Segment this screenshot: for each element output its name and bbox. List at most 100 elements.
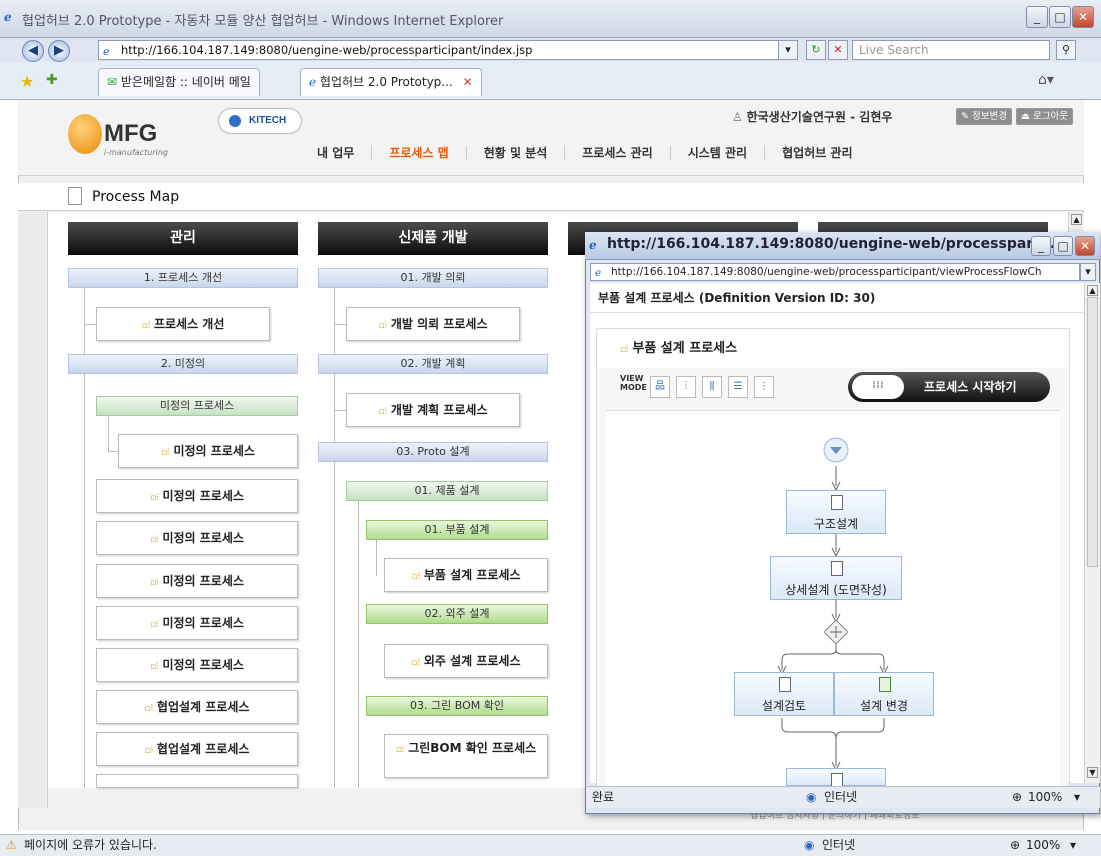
search-input[interactable]: Live Search xyxy=(852,40,1050,60)
process-item[interactable]: ▫⫶ 미정의 프로세스 xyxy=(96,606,298,640)
menu-my-work[interactable]: 내 업무 xyxy=(300,146,373,160)
tab-mail[interactable]: ✉ 받은메일함 :: 네이버 메일 xyxy=(98,68,260,96)
category-header[interactable]: 01. 개발 의뢰 xyxy=(318,268,548,288)
profile-button[interactable]: ✎ 정보변경 xyxy=(956,108,1012,125)
favorites-star-icon[interactable]: ★ xyxy=(20,72,34,91)
zoom-dropdown-icon[interactable]: ▾ xyxy=(1070,835,1076,855)
flow-node-partial[interactable] xyxy=(786,768,886,788)
tab-collabhub[interactable]: ℯ 협업허브 2.0 Prototyp... ✕ xyxy=(300,68,482,96)
maximize-button[interactable]: □ xyxy=(1049,6,1071,28)
process-item[interactable]: ▫⫶ 개발 계획 프로세스 xyxy=(346,393,520,427)
popup-minimize-button[interactable]: _ xyxy=(1031,236,1051,256)
add-favorite-icon[interactable]: ✚ xyxy=(46,72,58,88)
process-item[interactable]: ▫⫶ 미정의 프로세스 xyxy=(96,479,298,513)
ie-icon: ℯ xyxy=(4,10,12,24)
search-icon[interactable]: ⚲ xyxy=(1056,40,1076,60)
popup-process-header: 부품 설계 프로세스 (Definition Version ID: 30) xyxy=(590,283,1084,313)
flow-line xyxy=(835,718,885,739)
left-panel-strip xyxy=(18,183,48,808)
tree-line xyxy=(376,540,377,576)
back-button[interactable]: ◀ xyxy=(22,40,44,62)
close-tab-icon[interactable]: ✕ xyxy=(463,75,473,89)
scroll-up-icon[interactable]: ▲ xyxy=(1087,285,1098,296)
user-icon: ♙ xyxy=(732,110,747,124)
flow-node[interactable]: 설계검토 xyxy=(734,672,834,716)
category-header[interactable]: 02. 개발 계획 xyxy=(318,354,548,374)
flow-node[interactable]: 구조설계 xyxy=(786,490,886,534)
kitech-icon xyxy=(229,115,241,127)
partner-logo[interactable]: KITECH xyxy=(218,108,302,134)
process-item[interactable]: ▫⫶ 미정의 프로세스 xyxy=(96,564,298,598)
popup-close-button[interactable]: ✕ xyxy=(1075,236,1095,256)
scroll-thumb[interactable] xyxy=(1087,297,1098,567)
globe-icon: ◉ xyxy=(804,838,815,852)
stop-button[interactable]: ✕ xyxy=(828,40,848,60)
menu-hub-admin[interactable]: 협업허브 관리 xyxy=(765,146,869,160)
process-item-partial[interactable] xyxy=(96,774,298,788)
scroll-down-icon[interactable]: ▼ xyxy=(1087,767,1098,778)
view-mode-outline-icon[interactable]: ⋮ xyxy=(754,376,774,398)
process-item[interactable]: ▫⫶ 외주 설계 프로세스 xyxy=(384,644,548,678)
zoom-level[interactable]: 100% xyxy=(1026,835,1060,855)
forward-button[interactable]: ▶ xyxy=(48,40,70,62)
subcategory-header[interactable]: 01. 부품 설계 xyxy=(366,520,548,540)
process-item[interactable]: ▫⫶ 미정의 프로세스 xyxy=(96,521,298,555)
popup-url-field[interactable]: ℯ http://166.104.187.149:8080/uengine-we… xyxy=(590,263,1080,281)
menu-status-analysis[interactable]: 현황 및 분석 xyxy=(467,146,566,160)
refresh-button[interactable]: ↻ xyxy=(806,40,826,60)
process-item[interactable]: ▫⫶ 프로세스 개선 xyxy=(96,307,270,341)
view-mode-horizontal-icon[interactable]: ⫶ xyxy=(676,376,696,398)
warning-icon[interactable]: ⚠ xyxy=(6,835,17,855)
logout-button[interactable]: ⏏ 로그아웃 xyxy=(1016,108,1073,125)
popup-maximize-button[interactable]: □ xyxy=(1053,236,1073,256)
process-item[interactable]: ▫⫶ 미정의 프로세스 xyxy=(96,648,298,682)
view-mode-columns-icon[interactable]: ⫼ xyxy=(702,376,722,398)
process-item[interactable]: ▫⫶ 개발 의뢰 프로세스 xyxy=(346,307,520,341)
column-header: 신제품 개발 xyxy=(318,222,548,255)
tree-line xyxy=(358,501,359,788)
category-header[interactable]: 2. 미정의 xyxy=(68,354,298,374)
popup-url-dropdown[interactable]: ▾ xyxy=(1080,263,1096,281)
view-mode-list-icon[interactable]: ☰ xyxy=(728,376,748,398)
process-item[interactable]: ▫⫶ 부품 설계 프로세스 xyxy=(384,558,548,592)
zoom-dropdown-icon[interactable]: ▾ xyxy=(1074,787,1080,807)
view-mode-tree-icon[interactable]: 品 xyxy=(650,376,670,398)
close-button[interactable]: ✕ xyxy=(1072,6,1094,28)
menu-process-map[interactable]: 프로세스 맵 xyxy=(372,146,467,160)
popup-scrollbar[interactable]: ▲ ▼ xyxy=(1084,283,1100,783)
main-menu: 내 업무 프로세스 맵 현황 및 분석 프로세스 관리 시스템 관리 협업허브 관리 xyxy=(300,146,870,168)
logo[interactable]: MFG i-manufacturing xyxy=(68,110,198,158)
process-item[interactable]: ▫⫶ 미정의 프로세스 xyxy=(118,434,298,468)
category-header[interactable]: 03. Proto 설계 xyxy=(318,442,548,462)
process-item[interactable]: ▫⫶ 협업설계 프로세스 xyxy=(96,690,298,724)
browser-status-bar: ⚠ 페이지에 오류가 있습니다. ◉ 인터넷 ⊕ 100% ▾ xyxy=(0,834,1101,856)
breadcrumb: Process Map xyxy=(18,183,1084,211)
address-bar: ◀ ▶ ℯ http://166.104.187.149:8080/uengin… xyxy=(0,38,1101,62)
process-item[interactable]: ▫⫶ 그린BOM 확인 프로세스 xyxy=(384,734,548,778)
scroll-up-icon[interactable]: ▲ xyxy=(1071,214,1082,225)
tree-line xyxy=(108,416,109,452)
url-field[interactable]: ℯ http://166.104.187.149:8080/uengine-we… xyxy=(98,40,794,60)
zoom-level[interactable]: 100% xyxy=(1028,787,1062,807)
category-header[interactable]: 1. 프로세스 개선 xyxy=(68,268,298,288)
flow-node[interactable]: 상세설계 (도면작성) xyxy=(770,556,902,600)
zoom-icon: ⊕ xyxy=(1010,838,1021,852)
home-icon[interactable]: ⌂▾ xyxy=(1038,72,1054,88)
page-icon: ℯ xyxy=(103,45,110,58)
view-mode-label: VIEW MODE xyxy=(620,374,647,392)
flow-node[interactable]: 설계 변경 xyxy=(834,672,934,716)
logo-subtext: i-manufacturing xyxy=(104,148,168,157)
process-viewer-title: ▫⫶ 부품 설계 프로세스 xyxy=(598,330,1068,368)
process-item[interactable]: ▫⫶ 협업설계 프로세스 xyxy=(96,732,298,766)
minimize-button[interactable]: _ xyxy=(1026,6,1048,28)
menu-process-admin[interactable]: 프로세스 관리 xyxy=(565,146,671,160)
mail-icon: ✉ xyxy=(107,75,121,89)
subcategory-header[interactable]: 03. 그린 BOM 확인 xyxy=(366,696,548,716)
start-process-button[interactable]: ⁞⁞⁞ 프로세스 시작하기 xyxy=(848,372,1050,402)
url-dropdown[interactable]: ▾ xyxy=(778,40,798,60)
subcategory-header[interactable]: 미정의 프로세스 xyxy=(96,396,298,416)
menu-system-admin[interactable]: 시스템 관리 xyxy=(671,146,766,160)
flow-line xyxy=(835,644,885,670)
subcategory-header[interactable]: 01. 제품 설계 xyxy=(346,481,548,501)
subcategory-header[interactable]: 02. 외주 설계 xyxy=(366,604,548,624)
